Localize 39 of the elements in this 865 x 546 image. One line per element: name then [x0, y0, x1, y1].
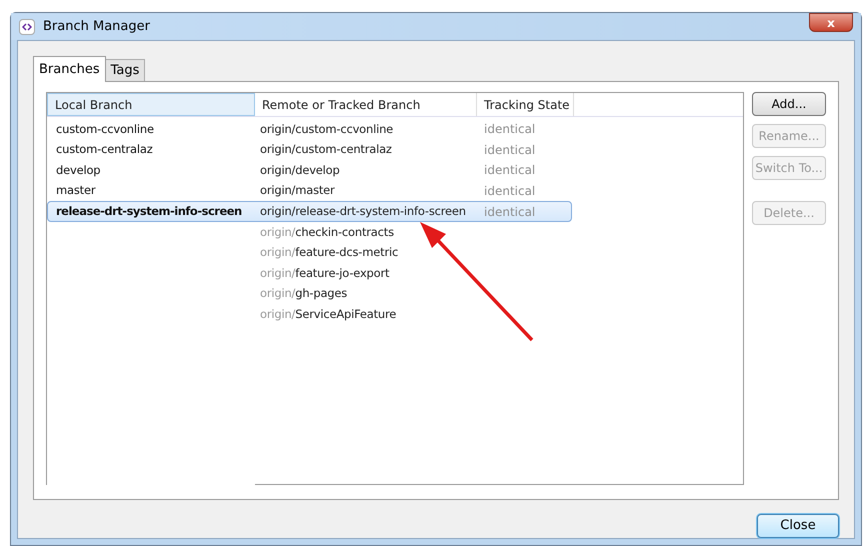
remote-branch-name: origin/master [259, 182, 336, 200]
remote-branch-name: origin/develop [259, 162, 341, 179]
remote-branch-name: origin/checkin-contracts [259, 224, 395, 241]
remote-branch-name: origin/ServiceApiFeature [259, 306, 398, 324]
close-dialog-button[interactable]: Close [757, 514, 839, 538]
branch-row[interactable]: custom-centralaz origin/custom-centralaz identical [47, 140, 572, 160]
branch-row[interactable]: master origin/master identical [47, 180, 572, 202]
app-icon [19, 18, 35, 34]
branch-row[interactable]: custom-ccvonline origin/custom-ccvonline identical [47, 119, 572, 140]
tracking-state: identical [483, 142, 536, 159]
column-header[interactable]: Local Branch [47, 93, 255, 116]
column-header[interactable]: Remote or Tracked Branch [255, 93, 477, 116]
branch-row[interactable]: origin/ServiceApiFeature [47, 304, 572, 325]
column-header[interactable]: Tracking State [477, 93, 574, 116]
remote-branch-name: origin/feature-dcs-metric [259, 244, 400, 262]
remote-branch-name: origin/feature-jo-export [259, 264, 390, 282]
local-branch-name: develop [55, 162, 102, 179]
local-branch-name: custom-centralaz [55, 141, 154, 158]
local-branch-name: release-drt-system-info-screen [55, 203, 243, 220]
tab[interactable]: Tags [106, 59, 146, 81]
branch-row[interactable]: origin/checkin-contracts [47, 222, 572, 243]
tracking-state: identical [483, 121, 536, 138]
action-button[interactable]: Add... [752, 92, 826, 116]
window-title: Branch Manager [43, 18, 150, 36]
branch-row[interactable]: origin/gh-pages [47, 284, 572, 304]
remote-branch-name: origin/release-drt-system-info-screen [259, 203, 467, 220]
remote-branch-name: origin/custom-ccvonline [259, 120, 394, 138]
branch-row[interactable]: origin/feature-jo-export [47, 263, 572, 284]
tracking-state: identical [483, 204, 536, 221]
branch-row[interactable]: develop origin/develop identical [47, 160, 572, 181]
local-branch-name: master [55, 182, 97, 200]
tracking-state: identical [483, 183, 536, 200]
tab[interactable]: Branches [33, 56, 106, 82]
branch-row[interactable]: release-drt-system-info-screen origin/release-drt-system-info-screen identical [47, 201, 572, 222]
branch-row[interactable]: origin/feature-dcs-metric [47, 242, 572, 264]
tracking-state: identical [483, 162, 536, 180]
local-branch-name: custom-ccvonline [55, 120, 155, 138]
remote-branch-name: origin/gh-pages [259, 285, 348, 302]
remote-branch-name: origin/custom-centralaz [259, 141, 393, 158]
